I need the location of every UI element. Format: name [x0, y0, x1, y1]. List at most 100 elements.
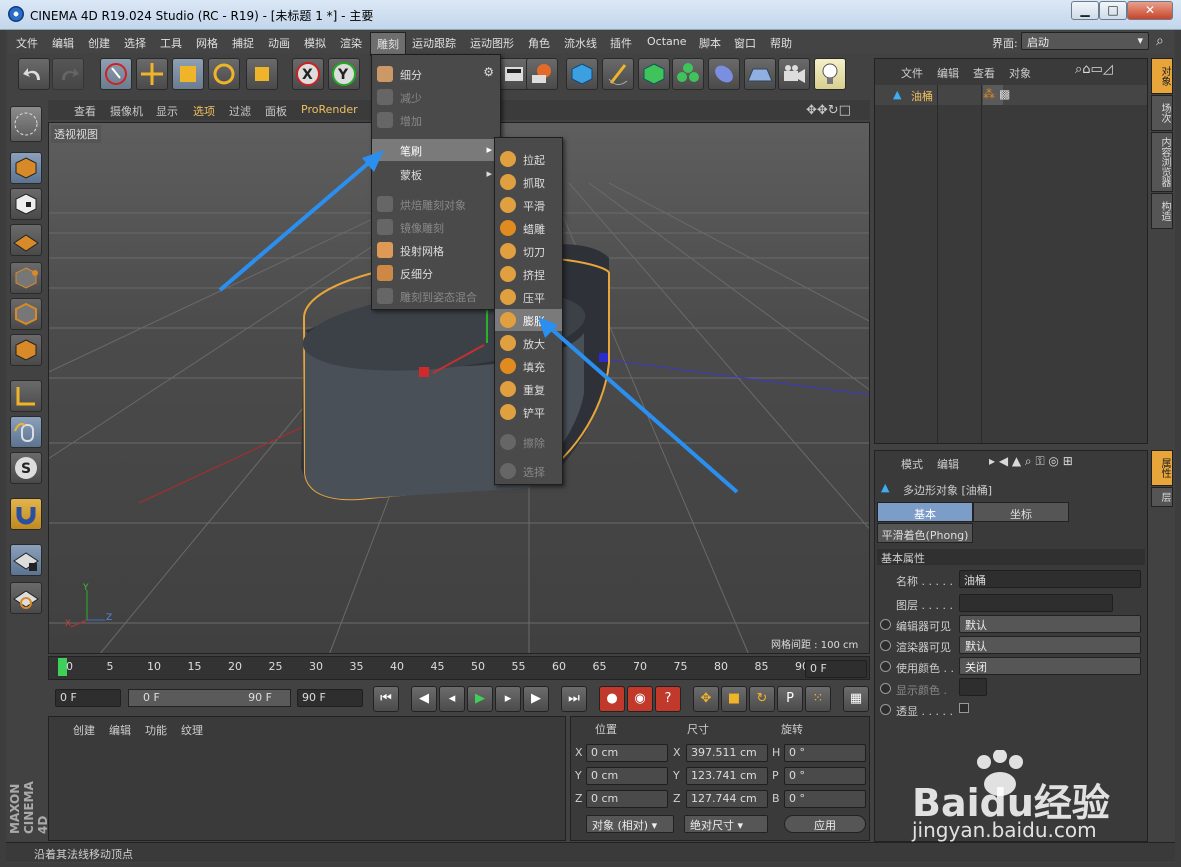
timeline-tick-label: 80 — [714, 660, 728, 673]
coord-header-position: 位置 — [595, 723, 617, 736]
start-frame-field[interactable]: 0 F — [55, 689, 121, 707]
object-name: 油桶 — [911, 90, 933, 103]
attr-object-title: 多边形对象 [油桶] — [903, 484, 993, 497]
attr-tab-basic[interactable]: 基本 — [877, 502, 973, 522]
tab-content-browser[interactable]: 内容浏览器 — [1151, 132, 1173, 192]
position-field[interactable]: 0 cm — [586, 767, 668, 785]
rotation-field[interactable]: 0 ° — [784, 744, 866, 762]
current-frame-value: 0 F — [810, 662, 827, 675]
rotation-field[interactable]: 0 ° — [784, 790, 866, 808]
attr-field-label: 显示颜色 . — [896, 684, 947, 697]
size-axis-label: X — [673, 746, 681, 759]
editor-visible-dropdown[interactable]: 默认 — [959, 615, 1141, 633]
key-scale-button[interactable]: ■ — [721, 686, 747, 712]
animate-radio[interactable] — [880, 704, 891, 715]
position-field[interactable]: 0 cm — [586, 744, 668, 762]
attr-tab-phong[interactable]: 平滑着色(Phong) — [877, 523, 973, 543]
material-tag-glyph[interactable]: ▩ — [999, 87, 1010, 101]
tab-attributes[interactable]: 属性 — [1151, 450, 1173, 486]
keyframe-help-button[interactable]: ? — [655, 686, 681, 712]
next-key-button[interactable]: ▶ — [523, 686, 549, 712]
range-end-value: 90 F — [248, 691, 272, 704]
attr-menu-edit[interactable]: 编辑 — [937, 456, 959, 472]
coord-header-rotation: 旋转 — [781, 723, 803, 736]
name-field[interactable]: 油桶 — [959, 570, 1141, 588]
attr-tab-coord[interactable]: 坐标 — [973, 502, 1069, 522]
coord-mode-dropdown[interactable]: 对象 (相对) ▾ — [586, 815, 674, 833]
timeline-tick-label: 70 — [633, 660, 647, 673]
phong-tag-glyph[interactable]: ⁂ — [983, 87, 995, 101]
obj-menu-edit[interactable]: 编辑 — [937, 65, 959, 81]
baidu-watermark: Baidu经验 jingyan.baidu.com — [912, 750, 1172, 845]
record-button[interactable]: ● — [599, 686, 625, 712]
rotation-axis-label: P — [772, 769, 779, 782]
obj-menu-file[interactable]: 文件 — [901, 65, 923, 81]
key-pla-button[interactable]: ⁙ — [805, 686, 831, 712]
materials-panel: 创建 编辑 功能 纹理 — [48, 716, 566, 841]
display-color-swatch[interactable] — [959, 678, 987, 696]
end-frame-field[interactable]: 90 F — [297, 689, 363, 707]
animate-radio[interactable] — [880, 640, 891, 651]
render-visible-dropdown[interactable]: 默认 — [959, 636, 1141, 654]
size-field[interactable]: 127.744 cm — [686, 790, 768, 808]
obj-menu-view[interactable]: 查看 — [973, 65, 995, 81]
tab-layers[interactable]: 层 — [1151, 487, 1173, 507]
timeline-tick-label: 25 — [268, 660, 283, 673]
timeline-ruler[interactable] — [48, 656, 870, 680]
key-position-button[interactable]: ✥ — [693, 686, 719, 712]
timeline-tick-label: 45 — [430, 660, 445, 673]
size-field[interactable]: 397.511 cm — [686, 744, 768, 762]
attr-field-label: 名称 . . . . . — [896, 575, 953, 588]
column-divider — [981, 85, 982, 443]
tab-takes[interactable]: 场次 — [1151, 95, 1173, 131]
basic-props-header: 基本属性 — [877, 549, 1145, 565]
size-axis-label: Z — [673, 792, 681, 805]
timeline-tick-label: 60 — [552, 660, 566, 673]
tab-structure[interactable]: 构造 — [1151, 193, 1173, 229]
timeline-window-button[interactable]: ▦ — [843, 686, 869, 712]
timeline-tick-label: 30 — [309, 660, 323, 673]
attr-menu-mode[interactable]: 模式 — [901, 456, 923, 472]
prev-key-button[interactable]: ◀ — [411, 686, 437, 712]
timeline-tick-label: 15 — [187, 660, 202, 673]
object-row-oil-drum[interactable]: ▲ 油桶 ▨ ⁝ — [875, 85, 1147, 105]
rotation-axis-label: H — [772, 746, 781, 759]
layer-field[interactable] — [959, 594, 1113, 612]
animate-radio[interactable] — [880, 683, 891, 694]
current-frame-field[interactable]: 0 F — [805, 660, 867, 678]
prev-frame-button[interactable]: ◂ — [439, 686, 465, 712]
autokey-button[interactable]: ◉ — [627, 686, 653, 712]
column-divider-2 — [937, 85, 938, 443]
mat-menu-edit[interactable]: 编辑 — [109, 722, 131, 738]
timeline-tick-label: 40 — [390, 660, 404, 673]
coord-mode-value: 对象 (相对) — [592, 819, 649, 832]
use-color-dropdown[interactable]: 关闭 — [959, 657, 1141, 675]
size-field[interactable]: 123.741 cm — [686, 767, 768, 785]
obj-menu-object[interactable]: 对象 — [1009, 65, 1031, 81]
frame-range-slider[interactable]: 0 F 90 F — [128, 689, 291, 707]
xray-checkbox[interactable] — [959, 703, 969, 713]
size-mode-value: 绝对尺寸 — [690, 819, 734, 832]
key-rotation-button[interactable]: ↻ — [749, 686, 775, 712]
next-frame-button[interactable]: ▸ — [495, 686, 521, 712]
goto-start-button[interactable]: ⏮ — [373, 686, 399, 712]
animate-radio[interactable] — [880, 661, 891, 672]
rotation-field[interactable]: 0 ° — [784, 767, 866, 785]
animate-radio[interactable] — [880, 619, 891, 630]
tab-objects[interactable]: 对象 — [1151, 58, 1173, 94]
timeline-tick-label: 35 — [349, 660, 364, 673]
mat-menu-create[interactable]: 创建 — [73, 722, 95, 738]
goto-end-button[interactable]: ⏭ — [561, 686, 587, 712]
timeline-tick-label: 75 — [673, 660, 688, 673]
key-param-button[interactable]: P — [777, 686, 803, 712]
play-button[interactable]: ▶ — [467, 686, 493, 712]
apply-button[interactable]: 应用 — [784, 815, 866, 833]
attr-nav-icons[interactable]: ▸ ◀ ▲ ⌕ ⚿ ◎ ⊞ — [989, 454, 1073, 469]
obj-search-home-icons[interactable]: ⌕⌂▭◿ — [1075, 62, 1113, 77]
object-manager-panel: 文件 编辑 查看 对象 ⌕⌂▭◿ ▲ 油桶 ▨ ⁝ — [874, 58, 1148, 444]
size-mode-dropdown[interactable]: 绝对尺寸 ▾ — [684, 815, 768, 833]
mat-menu-function[interactable]: 功能 — [145, 722, 167, 738]
mat-menu-texture[interactable]: 纹理 — [181, 722, 203, 738]
position-field[interactable]: 0 cm — [586, 790, 668, 808]
timeline-tick-label: 85 — [754, 660, 769, 673]
